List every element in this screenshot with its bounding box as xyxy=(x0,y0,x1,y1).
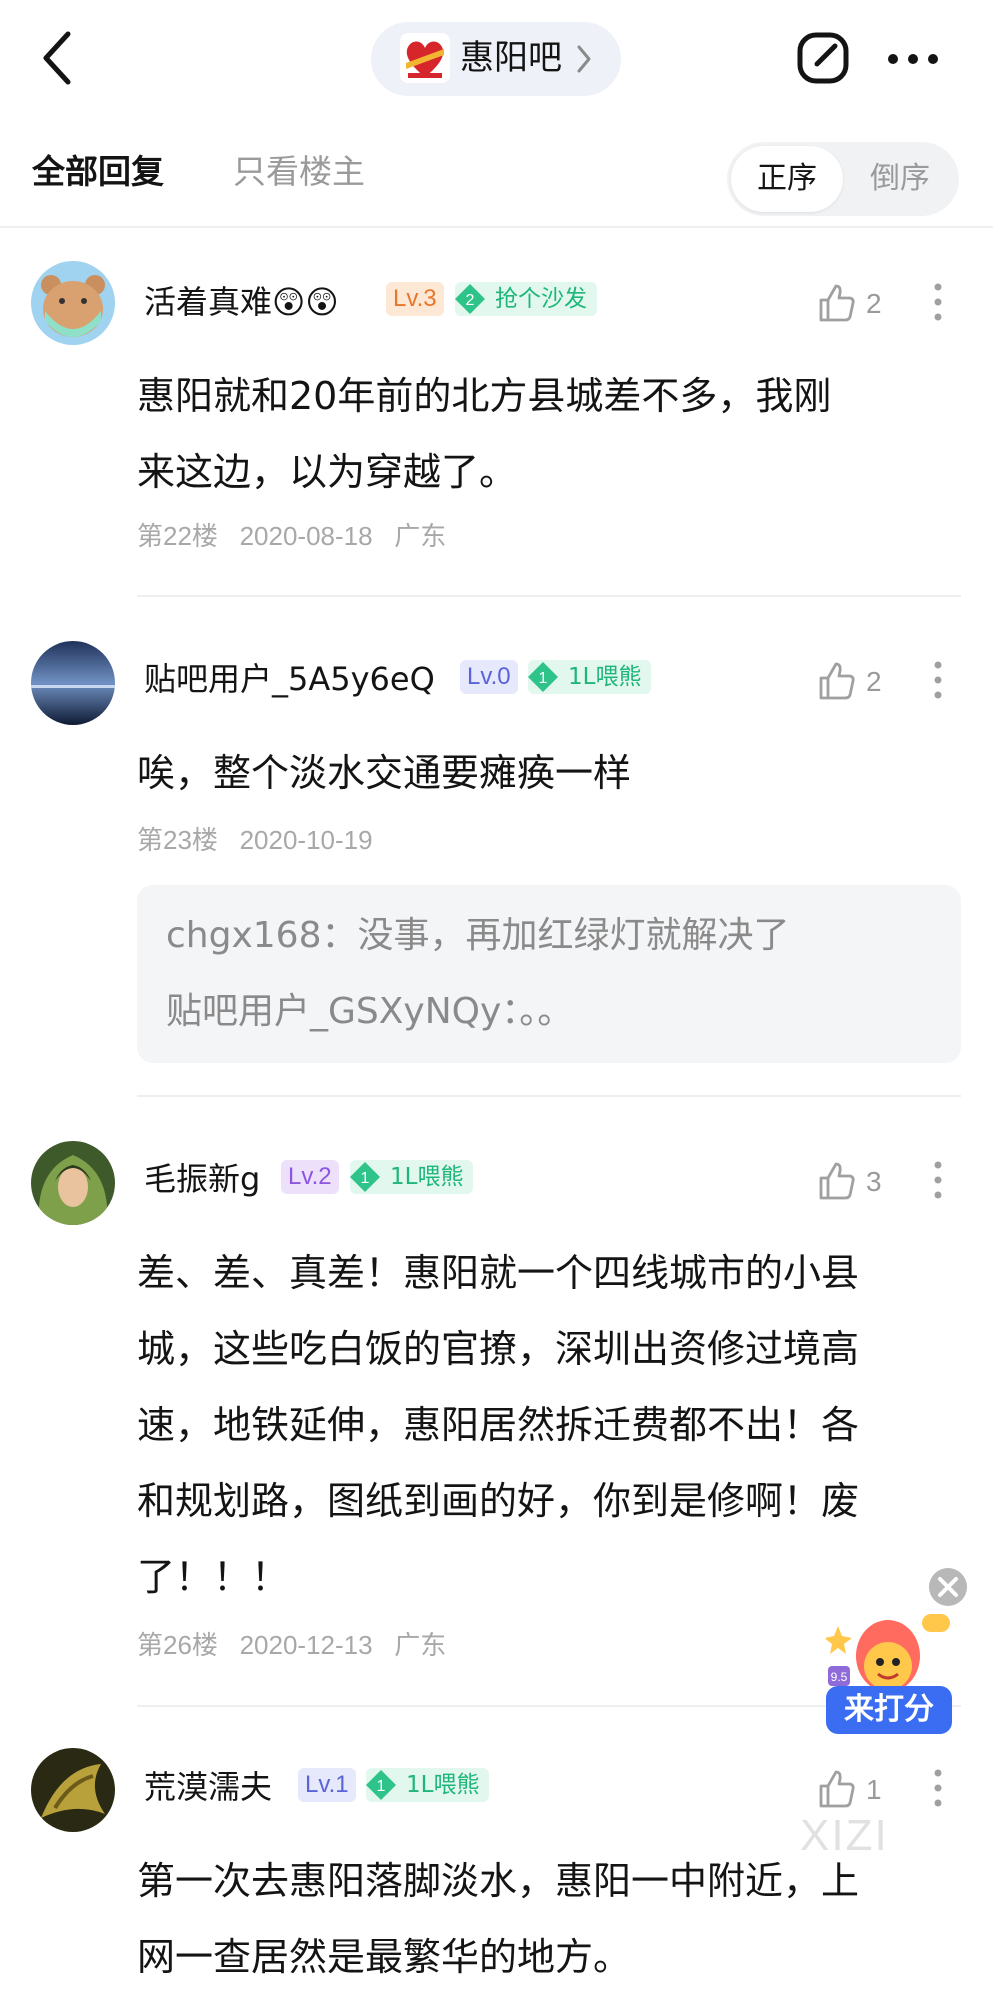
post-menu-icon[interactable] xyxy=(934,660,942,700)
thumbs-up-icon[interactable] xyxy=(818,661,856,701)
avatar[interactable] xyxy=(31,261,115,345)
more-icon[interactable] xyxy=(886,52,940,66)
watermark: XIZI xyxy=(800,1811,889,1860)
level-badge: Lv.2 xyxy=(281,1160,339,1194)
badge-text: 抢个沙发 xyxy=(495,286,587,312)
thumbs-up-icon[interactable] xyxy=(818,283,856,323)
post-content: 第一次去惠阳落脚淡水，惠阳一中附近，上 网一查居然是最繁华的地方。 xyxy=(137,1843,957,1995)
avatar[interactable] xyxy=(31,641,115,725)
post-location: 广东 xyxy=(394,1630,447,1660)
post-location: 广东 xyxy=(394,521,447,551)
badge-text: 1L喂熊 xyxy=(390,1164,464,1190)
content-line: 差、差、真差！惠阳就一个四线城市的小县 xyxy=(137,1251,860,1295)
avatar[interactable] xyxy=(31,1141,115,1225)
post-content: 唉，整个淡水交通要瘫痪一样 xyxy=(137,735,957,811)
order-asc-button[interactable]: 正序 xyxy=(731,146,843,212)
chevron-right-icon xyxy=(577,45,591,73)
floor-number: 第23楼 xyxy=(137,825,218,855)
forum-logo-icon xyxy=(400,33,450,83)
like-count: 2 xyxy=(866,288,882,319)
gem-icon: 1 xyxy=(366,1770,396,1800)
sub-reply-text: ：没事，再加红绿灯就解决了 xyxy=(321,915,790,956)
sub-reply[interactable]: 贴吧用户_GSXyNQy：。。 xyxy=(166,987,573,1037)
thumbs-up-icon[interactable] xyxy=(818,1769,856,1809)
post-meta: 第22楼 2020-08-18 广东 xyxy=(137,518,446,554)
tab-all-replies[interactable]: 全部回复 xyxy=(32,150,164,194)
badge-number: 1 xyxy=(361,1170,370,1187)
post-content: 惠阳就和20年前的北方县城差不多，我刚 来这边，以为穿越了。 xyxy=(137,358,957,510)
divider xyxy=(0,226,993,228)
post-content: 差、差、真差！惠阳就一个四线城市的小县 城，这些吃白饭的官撩，深圳出资修过境高 … xyxy=(137,1235,957,1615)
like-count: 3 xyxy=(866,1166,882,1197)
content-line: 唉，整个淡水交通要瘫痪一样 xyxy=(137,751,632,795)
post-username[interactable]: 毛振新g xyxy=(144,1157,260,1201)
post-menu-icon[interactable] xyxy=(934,282,942,322)
sub-reply-text: ：。。 xyxy=(501,991,574,1032)
badge-text: 1L喂熊 xyxy=(568,664,642,690)
level-badge: Lv.1 xyxy=(298,1768,356,1802)
thumbs-up-icon[interactable] xyxy=(818,1161,856,1201)
avatar[interactable] xyxy=(31,1748,115,1832)
sub-reply[interactable]: chgx168：没事，再加红绿灯就解决了 xyxy=(166,911,790,961)
floor-number: 第26楼 xyxy=(137,1630,218,1660)
post-menu-icon[interactable] xyxy=(934,1768,942,1808)
content-line: 和规划路，图纸到画的好，你到是修啊！废 xyxy=(137,1479,860,1523)
content-line: 来这边，以为穿越了。 xyxy=(137,450,518,494)
divider xyxy=(137,595,961,597)
post-date: 2020-08-18 xyxy=(239,521,373,551)
like-count: 2 xyxy=(866,666,882,697)
badge-text: 1L喂熊 xyxy=(406,1772,480,1798)
order-desc-button[interactable]: 倒序 xyxy=(845,146,955,212)
level-badge: Lv.3 xyxy=(386,282,444,316)
badge-number: 1 xyxy=(377,1778,386,1795)
gem-icon: 2 xyxy=(455,284,485,314)
edit-icon[interactable] xyxy=(797,32,849,84)
content-line: 惠阳就和20年前的北方县城差不多，我刚 xyxy=(137,374,832,418)
rate-button[interactable]: 来打分 xyxy=(826,1686,952,1734)
content-line: 速，地铁延伸，惠阳居然拆迁费都不出！各 xyxy=(137,1403,860,1447)
sub-reply-user[interactable]: 贴吧用户_GSXyNQy xyxy=(166,991,501,1032)
sub-reply-user[interactable]: chgx168 xyxy=(166,915,321,956)
back-icon[interactable] xyxy=(36,28,80,88)
badge-number: 1 xyxy=(539,670,548,687)
content-line: 城，这些吃白饭的官撩，深圳出资修过境高 xyxy=(137,1327,860,1371)
gem-icon: 1 xyxy=(350,1162,380,1192)
like-count: 1 xyxy=(866,1774,882,1805)
post-meta: 第23楼 2020-10-19 xyxy=(137,822,373,858)
post-menu-icon[interactable] xyxy=(934,1160,942,1200)
post-date: 2020-10-19 xyxy=(239,825,373,855)
post-username[interactable]: 荒漠濡夫 xyxy=(144,1765,272,1809)
badge-number: 2 xyxy=(466,292,475,309)
floor-number: 第22楼 xyxy=(137,521,218,551)
tab-owner-only[interactable]: 只看楼主 xyxy=(233,150,365,194)
post-meta: 第26楼 2020-12-13 广东 xyxy=(137,1627,446,1663)
post-date: 2020-12-13 xyxy=(239,1630,373,1660)
level-badge: Lv.0 xyxy=(460,660,518,694)
divider xyxy=(137,1095,961,1097)
content-line: 网一查居然是最繁华的地方。 xyxy=(137,1935,632,1979)
gem-icon: 1 xyxy=(528,662,558,692)
post-username[interactable]: 贴吧用户_5A5y6eQ xyxy=(144,657,435,701)
post-username[interactable]: 活着真难😲😲 xyxy=(144,280,339,324)
rate-score: 9.5 xyxy=(831,1670,848,1684)
forum-name: 惠阳吧 xyxy=(460,38,562,78)
close-icon[interactable] xyxy=(928,1567,968,1607)
